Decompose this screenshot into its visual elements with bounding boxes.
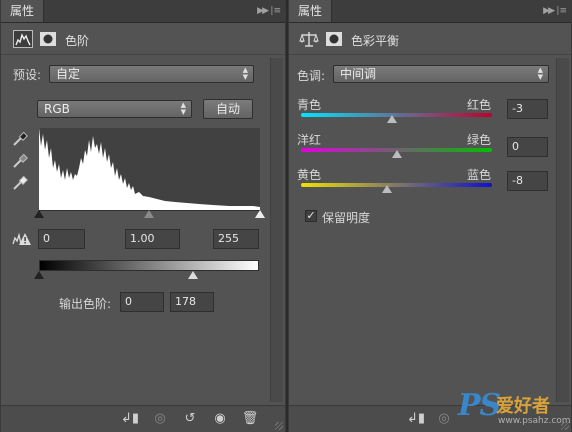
watermark-text: 爱好者: [496, 396, 550, 417]
slider-green-label: 绿色: [467, 133, 492, 147]
collapse-icon[interactable]: ▶▶: [257, 5, 269, 17]
select-arrows-icon: ▲ ▼: [242, 66, 248, 81]
tone-label: 色调:: [297, 69, 326, 83]
black-point-eyedropper-icon[interactable]: [11, 130, 29, 148]
select-arrows-icon: ▲ ▼: [180, 101, 186, 116]
view-previous-state-icon[interactable]: ◎: [151, 411, 169, 427]
output-black-slider[interactable]: [34, 271, 44, 279]
output-white-slider[interactable]: [188, 271, 198, 279]
preserve-luminosity-label: 保留明度: [322, 211, 371, 225]
slider-red-label: 红色: [467, 98, 492, 112]
output-black-field[interactable]: 0: [120, 292, 164, 312]
input-black-field[interactable]: 0: [38, 229, 85, 249]
yellow-blue-value-field[interactable]: -8: [507, 171, 548, 191]
panel-menu-icon[interactable]: |≡: [556, 5, 567, 17]
layer-mask-icon: [326, 32, 342, 46]
clipping-warning-icon[interactable]: [12, 232, 32, 246]
slider-yellow-label: 黄色: [297, 168, 322, 182]
channel-select-value: RGB: [44, 102, 70, 116]
preset-label: 预设:: [13, 68, 42, 82]
watermark-logo: PS: [458, 388, 501, 423]
auto-button[interactable]: 自动: [203, 99, 253, 119]
cyan-red-value-field[interactable]: -3: [507, 99, 548, 119]
panel-scrollbar[interactable]: [556, 58, 569, 402]
adjustment-header: 色彩平衡: [289, 26, 571, 55]
reset-adjustment-icon[interactable]: ↺: [181, 411, 199, 427]
slider-magenta-label: 洋红: [297, 133, 322, 147]
layer-mask-icon: [40, 32, 56, 46]
magenta-green-value-field[interactable]: 0: [507, 137, 548, 157]
yellow-blue-slider[interactable]: [382, 185, 392, 193]
tab-properties[interactable]: 属性: [1, 0, 45, 22]
output-levels-label: 输出色阶:: [59, 297, 112, 311]
output-white-field[interactable]: 178: [170, 292, 214, 312]
panel-footer: ↲▮ ◎ ↺ ◉ 🗑: [1, 405, 285, 432]
input-gamma-slider[interactable]: [144, 210, 154, 218]
panel-tab-bar: 属性 ▶▶ |≡: [1, 0, 285, 23]
watermark-url: www.psahz.com: [498, 416, 571, 426]
panel-title: 色阶: [65, 34, 90, 48]
slider-cyan-label: 青色: [297, 98, 322, 112]
yellow-blue-track[interactable]: [301, 183, 492, 187]
input-gamma-field[interactable]: 1.00: [125, 229, 180, 249]
color-balance-properties-panel: 属性 ▶▶ |≡ 色彩平衡 色调: 中间调 ▲ ▼ 青色 红色 -3 洋红 绿色 …: [288, 0, 572, 432]
delete-adjustment-icon[interactable]: 🗑: [241, 411, 259, 427]
slider-blue-label: 蓝色: [467, 168, 492, 182]
preset-select-value: 自定: [56, 67, 81, 81]
view-previous-state-icon[interactable]: ◎: [435, 411, 453, 427]
levels-properties-panel: 属性 ▶▶ |≡ 色阶 预设: 自定 ▲ ▼ RGB ▲ ▼ 自动 0 1.00…: [0, 0, 286, 432]
tone-select[interactable]: 中间调 ▲ ▼: [333, 65, 549, 83]
gray-point-eyedropper-icon[interactable]: [11, 152, 29, 170]
resize-grip-icon[interactable]: [275, 422, 283, 430]
color-balance-adjustment-icon: [299, 32, 319, 47]
white-point-eyedropper-icon[interactable]: [11, 174, 29, 192]
tone-select-value: 中间调: [340, 67, 377, 81]
input-white-slider[interactable]: [255, 210, 265, 218]
magenta-green-slider[interactable]: [392, 150, 402, 158]
histogram: [39, 128, 260, 210]
collapse-icon[interactable]: ▶▶: [543, 5, 555, 17]
panel-menu-icon[interactable]: |≡: [270, 5, 281, 17]
clip-to-layer-icon[interactable]: ↲▮: [121, 411, 139, 427]
channel-select[interactable]: RGB ▲ ▼: [37, 100, 192, 118]
input-black-slider[interactable]: [34, 210, 44, 218]
panel-scrollbar[interactable]: [270, 58, 283, 402]
panel-title: 色彩平衡: [351, 34, 400, 48]
levels-adjustment-icon: [13, 30, 33, 48]
panel-tab-bar: 属性 ▶▶ |≡: [289, 0, 571, 23]
toggle-visibility-icon[interactable]: ◉: [211, 411, 229, 427]
select-arrows-icon: ▲ ▼: [537, 66, 543, 81]
preserve-luminosity-checkbox[interactable]: ✓: [305, 210, 317, 222]
clip-to-layer-icon[interactable]: ↲▮: [407, 411, 425, 427]
output-gradient-bar: [39, 260, 259, 271]
preset-select[interactable]: 自定 ▲ ▼: [49, 65, 254, 83]
cyan-red-slider[interactable]: [387, 115, 397, 123]
adjustment-header: 色阶: [1, 26, 285, 55]
tab-properties[interactable]: 属性: [289, 0, 333, 22]
input-white-field[interactable]: 255: [213, 229, 259, 249]
